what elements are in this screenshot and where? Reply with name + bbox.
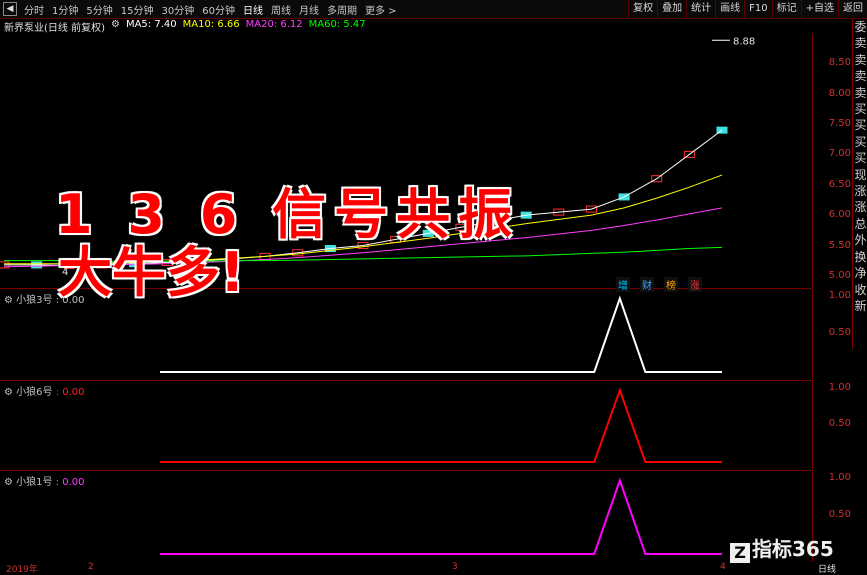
- axis-tick-label: 1.00: [828, 382, 851, 394]
- period-tab[interactable]: 多周期: [323, 2, 361, 17]
- date-axis: 2019年 2 3 4: [0, 562, 812, 575]
- axis-tick-label: 5.00: [828, 269, 851, 281]
- month-label-2: 2: [88, 562, 94, 572]
- indicator-line: [160, 295, 722, 373]
- back-arrow-icon[interactable]: ◀: [3, 2, 17, 16]
- ma20-label: MA20: 6.12: [245, 19, 303, 30]
- quote-strip-label: 买: [854, 102, 867, 117]
- quote-strip-label: 涨: [854, 200, 867, 215]
- price-axis: 8.50 8.00 7.50 7.00 6.50 6.00 5.50 5.00: [812, 33, 855, 288]
- period-tab[interactable]: 30分钟: [157, 2, 198, 17]
- indicator-chart-3: [160, 477, 722, 555]
- year-label: 2019年: [6, 565, 38, 575]
- quote-strip-label: 新: [854, 298, 867, 313]
- quote-strip-label: 净: [854, 266, 867, 281]
- quote-strip-label: 卖: [854, 69, 867, 84]
- toolbar-button[interactable]: F10: [744, 0, 771, 18]
- quote-strip-label: 买: [854, 151, 867, 166]
- indicator-2-value: : 0.00: [55, 387, 85, 398]
- stock-name[interactable]: 新界泵业(日线 前复权): [4, 19, 105, 34]
- ma60-label: MA60: 5.47: [308, 19, 366, 30]
- axis-tick-label: 8.00: [828, 87, 851, 99]
- period-tab[interactable]: 周线: [267, 2, 295, 17]
- toolbar-button[interactable]: 复权: [628, 0, 657, 18]
- settings-gear-icon[interactable]: ⚙: [111, 19, 120, 32]
- watermark-text: 指标365: [752, 537, 834, 561]
- axis-tick-label: 0.50: [828, 327, 851, 339]
- axis-tick-label: 0.50: [828, 509, 851, 521]
- quote-strip-label: 卖: [854, 36, 867, 51]
- event-tag[interactable]: 涨: [688, 277, 702, 292]
- settings-gear-icon[interactable]: ⚙: [4, 477, 13, 488]
- right-tools: 复权 叠加 统计 画线 F10 标记 +自选 返回: [628, 0, 867, 18]
- toolbar-button[interactable]: 标记: [771, 0, 801, 18]
- indicator-line: [160, 387, 722, 463]
- watermark-logo-icon: Z: [730, 543, 750, 563]
- period-tab[interactable]: 月线: [295, 2, 323, 17]
- indicator-2-label: ⚙ 小狼6号 : 0.00: [4, 383, 85, 398]
- settings-gear-icon[interactable]: ⚙: [4, 295, 13, 306]
- settings-gear-icon[interactable]: ⚙: [4, 387, 13, 398]
- month-label-3: 3: [452, 562, 458, 572]
- quote-strip-label: 卖: [854, 85, 867, 100]
- indicator-2-axis: 1.00 0.50: [812, 381, 855, 470]
- indicator-1-name: 小狼3号: [16, 295, 53, 306]
- axis-tick-label: 6.00: [828, 209, 851, 221]
- axis-tick-label: 1.00: [828, 290, 851, 302]
- quote-strip-label: 总: [854, 216, 867, 231]
- axis-tick-label: 8.50: [828, 57, 851, 69]
- toolbar-button[interactable]: 画线: [715, 0, 744, 18]
- indicator-1-axis: 1.00 0.50: [812, 289, 855, 380]
- axis-tick-label: 1.00: [828, 472, 851, 484]
- watermark: Z 指标365: [730, 533, 834, 563]
- event-tags: 增财榜涨: [616, 277, 702, 292]
- ma-info-line: 新界泵业(日线 前复权) ⚙ MA5: 7.40 MA10: 6.66 MA20…: [4, 19, 366, 34]
- quote-strip-label: 外: [854, 233, 867, 248]
- axis-tick-label: 6.50: [828, 178, 851, 190]
- ma5-label: MA5: 7.40: [125, 19, 177, 30]
- indicator-panel-2[interactable]: ⚙ 小狼6号 : 0.00: [0, 381, 812, 471]
- period-tab[interactable]: 日线: [239, 2, 267, 17]
- indicator-line: [160, 477, 722, 555]
- indicator-3-value: : 0.00: [55, 477, 85, 488]
- event-tag[interactable]: 增: [616, 277, 630, 292]
- period-tab[interactable]: 15分钟: [117, 2, 158, 17]
- quote-strip-label: 卖: [854, 52, 867, 67]
- event-tag[interactable]: 榜: [664, 277, 678, 292]
- overlay-bull-text: 大牛多!: [58, 241, 245, 304]
- axis-tick-label: 5.50: [828, 239, 851, 251]
- indicator-panel-3[interactable]: ⚙ 小狼1号 : 0.00: [0, 471, 812, 562]
- month-label-4: 4: [720, 562, 726, 572]
- period-tab[interactable]: 分时: [20, 2, 48, 17]
- toolbar-button[interactable]: 统计: [686, 0, 715, 18]
- indicator-3-label: ⚙ 小狼1号 : 0.00: [4, 473, 85, 488]
- event-tag[interactable]: 财: [640, 277, 654, 292]
- quote-side-strip: 委卖卖卖卖买买买买现涨涨总外换净收新: [852, 19, 867, 349]
- period-indicator[interactable]: 日线: [818, 562, 836, 575]
- quote-strip-label: 换: [854, 249, 867, 264]
- high-price-label: 8.88: [733, 36, 755, 47]
- indicator-3-name: 小狼1号: [16, 477, 53, 488]
- period-tab[interactable]: 1分钟: [48, 2, 82, 17]
- toolbar-button[interactable]: 叠加: [657, 0, 686, 18]
- axis-tick-label: 0.50: [828, 418, 851, 430]
- toolbar-button[interactable]: 返回: [838, 0, 867, 18]
- toolbar-button[interactable]: +自选: [800, 0, 838, 18]
- indicator-2-name: 小狼6号: [16, 387, 53, 398]
- quote-strip-label: 买: [854, 134, 867, 149]
- quote-strip-label: 收: [854, 282, 867, 297]
- period-tab[interactable]: 5分钟: [82, 2, 116, 17]
- period-tab[interactable]: 60分钟: [198, 2, 239, 17]
- indicator-chart-2: [160, 387, 722, 463]
- ma10-label: MA10: 6.66: [182, 19, 240, 30]
- axis-tick-label: 7.00: [828, 148, 851, 160]
- quote-strip-label: 委: [854, 20, 867, 34]
- period-tabs: 分时 1分钟 5分钟 15分钟 30分钟 60分钟 日线 周线 月线 多周期 更多 >: [20, 2, 401, 17]
- period-tab[interactable]: 更多 >: [361, 2, 401, 17]
- quote-strip-label: 现: [854, 167, 867, 182]
- quote-strip-label: 涨: [854, 184, 867, 199]
- top-toolbar: ◀ 分时 1分钟 5分钟 15分钟 30分钟 60分钟 日线 周线 月线 多周期 更多 > 复权 叠加…: [0, 0, 867, 19]
- axis-tick-label: 7.50: [828, 118, 851, 130]
- quote-strip-label: 买: [854, 118, 867, 133]
